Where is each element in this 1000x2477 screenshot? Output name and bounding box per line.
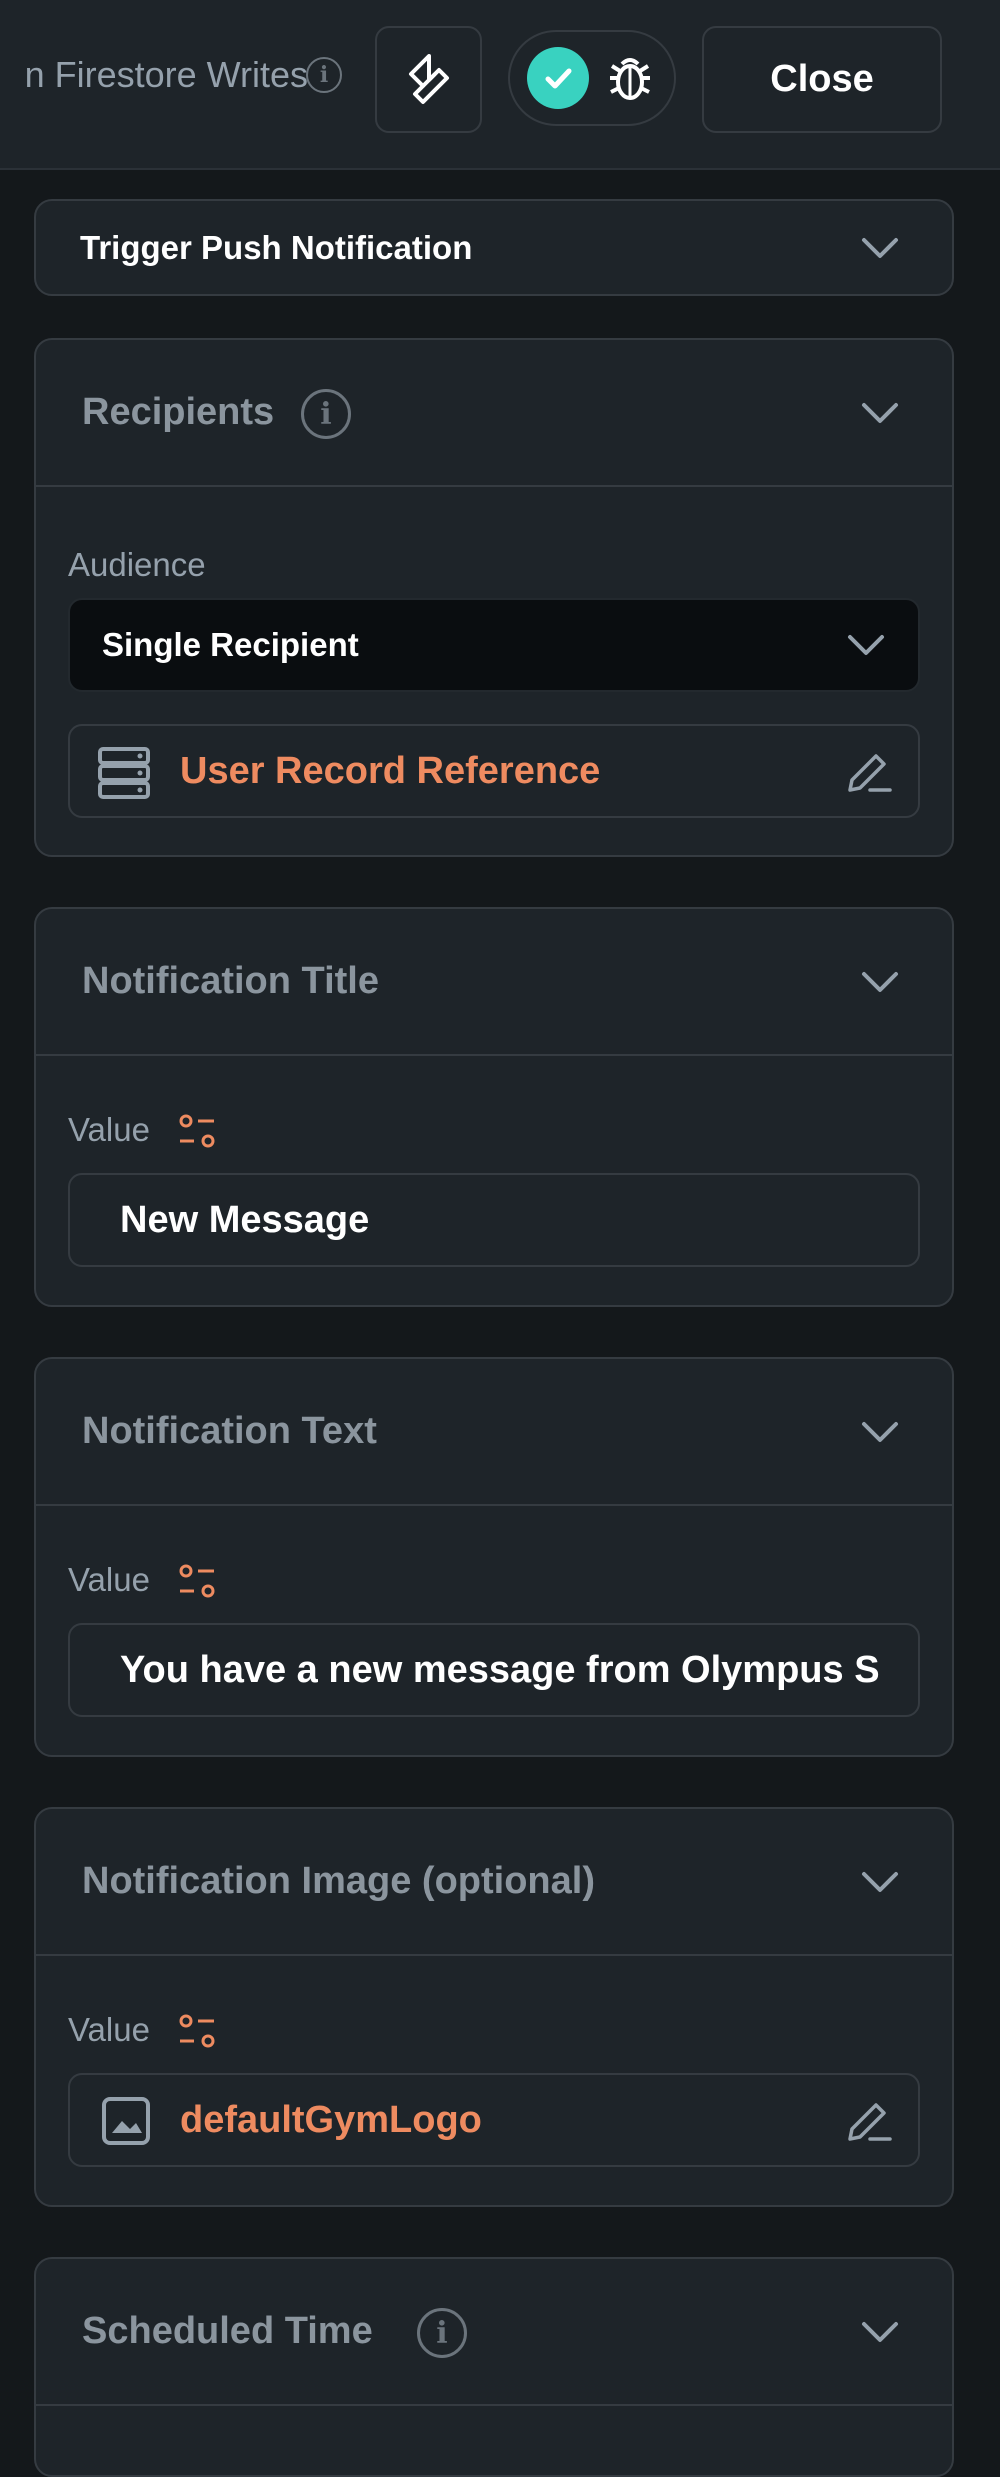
notification-title-heading: Notification Title [82,960,379,1002]
recipients-section: Recipients i Audience Single Recipient U… [34,338,954,857]
scheduled-time-section: Scheduled Time i [34,2257,954,2477]
notification-title-input[interactable]: New Message [68,1173,920,1267]
chevron-down-icon [862,1421,898,1442]
chevron-down-icon [848,635,884,655]
image-icon [102,2097,150,2145]
scheduled-time-heading: Scheduled Time [82,2310,373,2352]
notification-text-input[interactable]: You have a new message from Olympus S [68,1623,920,1717]
info-icon[interactable]: i [306,57,342,93]
flutterflow-logo-button[interactable] [375,26,482,133]
audience-value: Single Recipient [102,626,359,663]
user-record-reference-value: User Record Reference [180,750,601,792]
audience-label: Audience [68,546,206,583]
value-label: Value [68,1561,150,1598]
notification-title-value: New Message [120,1199,370,1241]
notification-text-heading: Notification Text [82,1410,377,1452]
trigger-title: Trigger Push Notification [80,229,473,266]
value-label: Value [68,2011,150,2048]
chevron-down-icon [862,1871,898,1892]
check-icon [526,47,589,109]
database-icon [98,747,150,799]
notification-title-section: Notification Title Value New Message [34,907,954,1307]
notification-image-field[interactable]: defaultGymLogo [68,2073,920,2167]
bug-icon[interactable] [602,50,658,106]
close-button[interactable]: Close [702,26,942,133]
chevron-down-icon [862,2321,898,2342]
firestore-writes-label: n Firestore Writes [24,54,308,95]
notification-image-value: defaultGymLogo [180,2099,482,2141]
user-record-reference-field[interactable]: User Record Reference [68,724,920,818]
notification-title-header[interactable]: Notification Title [36,909,952,1056]
chevron-down-icon [862,971,898,992]
notification-image-section: Notification Image (optional) Value defa… [34,1807,954,2207]
info-icon[interactable]: i [301,389,351,439]
notification-text-value: You have a new message from Olympus S [120,1649,880,1691]
notification-text-header[interactable]: Notification Text [36,1359,952,1506]
recipients-header[interactable]: Recipients i [36,340,952,487]
notification-image-header[interactable]: Notification Image (optional) [36,1809,952,1956]
pencil-icon[interactable] [842,2095,894,2147]
notification-text-section: Notification Text Value You have a new m… [34,1357,954,1757]
pencil-icon[interactable] [842,746,894,798]
flutterflow-logo-icon [408,53,449,104]
value-label: Value [68,1111,150,1148]
recipients-title: Recipients [82,391,275,433]
variable-settings-icon[interactable] [176,2011,220,2055]
variable-settings-icon[interactable] [176,1561,220,1605]
scheduled-time-header[interactable]: Scheduled Time i [36,2259,952,2406]
audience-dropdown[interactable]: Single Recipient [68,598,920,692]
trigger-push-notification-dropdown[interactable]: Trigger Push Notification [34,199,954,296]
variable-settings-icon[interactable] [176,1111,220,1155]
top-toolbar: n Firestore Writes i Close [0,0,1000,170]
info-icon[interactable]: i [417,2308,467,2358]
status-debug-toggle[interactable] [508,30,676,126]
notification-image-heading: Notification Image (optional) [82,1860,595,1902]
chevron-down-icon [862,237,898,258]
chevron-down-icon [862,402,898,423]
